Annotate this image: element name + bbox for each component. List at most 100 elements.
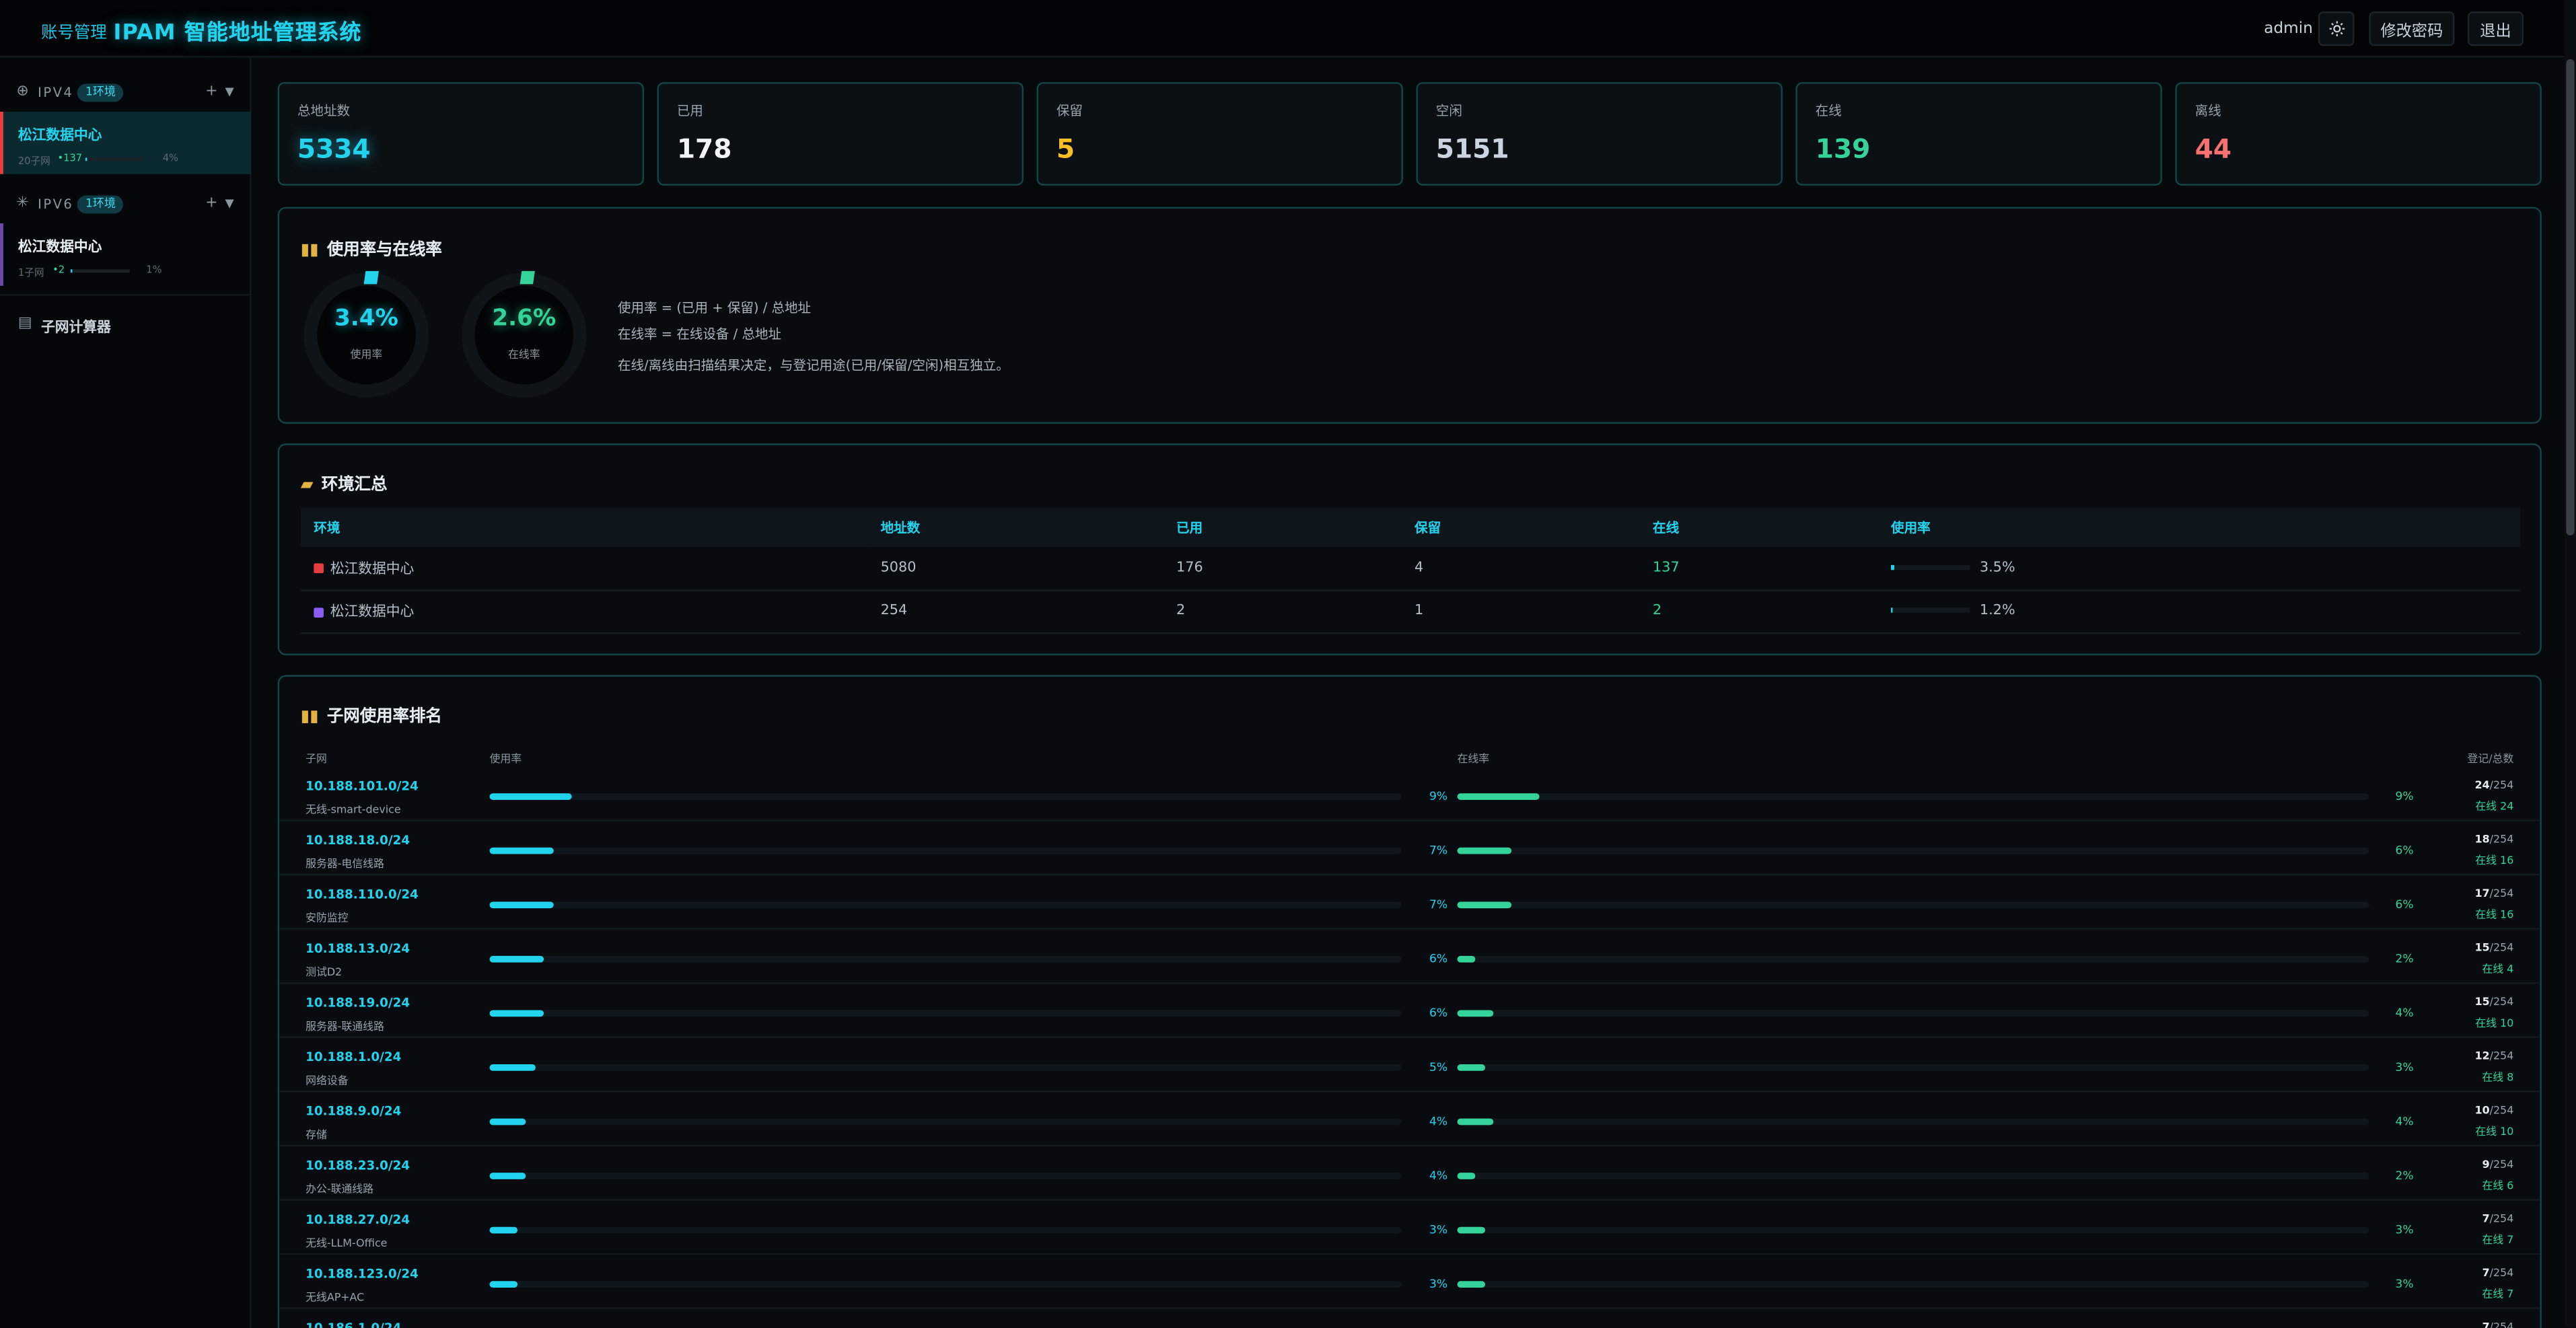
online-rate-gauge: 2.6% 在线率 (462, 270, 587, 398)
registered-total: 7/254 (2415, 1266, 2514, 1280)
usage-rate-value: 3.4% (334, 305, 398, 332)
ipv4-section-header[interactable]: ⊕ IPV4 1环境 + ▼ (0, 74, 252, 110)
registered-total: 10/254 (2415, 1103, 2514, 1117)
subnet-link[interactable]: 10.186.1.0/24 (306, 1321, 401, 1328)
account-management-link[interactable]: 账号管理 (41, 18, 107, 43)
env-row[interactable]: 松江数据中心 5080 176 4 137 3.5% (300, 546, 2521, 591)
online-count: 在线 16 (2475, 908, 2514, 922)
subnet-description: 测试D2 (306, 965, 343, 980)
ipv6-add-button[interactable]: + (205, 196, 217, 212)
gauge-tick (363, 270, 379, 285)
ipv4-collapse-icon[interactable]: ▼ (225, 85, 234, 99)
registered-count: 24 (2474, 778, 2490, 792)
ipv4-add-button[interactable]: + (205, 84, 217, 100)
env-used-cell: 2 (1163, 589, 1402, 634)
subnet-link[interactable]: 10.188.13.0/24 (306, 941, 410, 956)
subnet-link[interactable]: 10.188.18.0/24 (306, 833, 410, 848)
online-pct: 3% (2395, 1223, 2414, 1237)
usage-bar-fill (489, 901, 554, 909)
online-count: 在线 4 (2482, 962, 2514, 976)
registered-count: 15 (2474, 940, 2490, 955)
sidebar-env-ipv4-songjiang[interactable]: 松江数据中心 20子网 •137 4% (0, 112, 252, 174)
online-count: 在线 7 (2482, 1233, 2514, 1247)
online-count: 在线 6 (2482, 1179, 2514, 1193)
table-row[interactable]: 10.188.18.0/24 服务器-电信线路 7% 6% 18/254 在线 16 (279, 821, 2540, 876)
subnet-calculator-link[interactable]: ▤ 子网计算器 (0, 305, 252, 345)
ranking-title: ▮▮ 子网使用率排名 (301, 701, 442, 726)
stat-card: 离线 44 (2175, 82, 2542, 186)
stat-label: 空闲 (1435, 103, 1462, 118)
online-bar (1457, 1118, 2369, 1126)
env-col-header: 环境 (300, 507, 868, 547)
table-row[interactable]: 10.188.23.0/24 办公-联通线路 4% 2% 9/254 在线 6 (279, 1146, 2540, 1201)
usage-pct: 3% (1429, 1223, 1448, 1237)
top-bar: 账号管理 IPAM 智能地址管理系统 admin 修改密码 退出 (0, 0, 2576, 58)
subnet-link[interactable]: 10.188.9.0/24 (306, 1104, 401, 1119)
online-bar (1457, 1064, 2369, 1071)
subnet-description: 办公-联通线路 (306, 1182, 374, 1196)
stat-label: 总地址数 (297, 103, 351, 118)
stat-card: 总地址数 5334 (277, 82, 645, 186)
env-name-cell: 松江数据中心 (300, 546, 868, 591)
calculator-icon: ▤ (17, 315, 32, 332)
online-bar-fill (1457, 1010, 1494, 1017)
env-col-header: 地址数 (867, 507, 1164, 547)
total-count: /254 (2489, 1158, 2514, 1171)
subnet-link[interactable]: 10.188.123.0/24 (306, 1266, 419, 1281)
change-password-button[interactable]: 修改密码 (2369, 11, 2455, 46)
subnet-link[interactable]: 10.188.1.0/24 (306, 1049, 401, 1064)
online-bar-fill (1457, 1064, 1485, 1071)
col-usage: 使用率 (489, 752, 522, 766)
env-rate-bar-fill (1891, 564, 1894, 570)
subnet-description: 无线-LLM-Office (306, 1237, 388, 1250)
table-row[interactable]: 10.188.110.0/24 安防监控 7% 6% 17/254 在线 16 (279, 875, 2540, 930)
table-row[interactable]: 10.188.27.0/24 无线-LLM-Office 3% 3% 7/254 在线 7 (279, 1201, 2540, 1255)
gauge-center (317, 285, 416, 385)
env-usage-bar (85, 157, 143, 161)
ipv6-collapse-icon[interactable]: ▼ (225, 197, 234, 211)
table-row[interactable]: 10.188.101.0/24 无线-smart-device 9% 9% 24/254… (279, 767, 2540, 821)
ipv6-section-header[interactable]: ✳ IPV6 1环境 + ▼ (0, 186, 252, 222)
table-row[interactable]: 10.188.1.0/24 网络设备 5% 3% 12/254 在线 8 (279, 1038, 2540, 1093)
logout-button[interactable]: 退出 (2467, 11, 2524, 46)
online-bar (1457, 1226, 2369, 1234)
subnet-link[interactable]: 10.188.27.0/24 (306, 1212, 410, 1227)
registered-count: 10 (2474, 1103, 2490, 1117)
env-reserved-cell: 1 (1401, 589, 1640, 634)
online-bar-fill (1457, 955, 1476, 963)
sidebar-env-ipv6-songjiang[interactable]: 松江数据中心 1子网 •2 1% (0, 223, 252, 286)
env-online-count: •137 (57, 153, 83, 165)
env-subnet-count: 20子网 (17, 155, 50, 168)
subnet-link[interactable]: 10.188.110.0/24 (306, 887, 419, 901)
env-color-dot (314, 607, 324, 617)
usage-rate-label: 使用率 (350, 348, 383, 362)
usage-bar-fill (489, 1118, 526, 1126)
table-row[interactable]: 10.188.123.0/24 无线AP+AC 3% 3% 7/254 在线 7 (279, 1255, 2540, 1309)
total-count: /254 (2489, 1266, 2514, 1280)
env-usage-pct: 1% (146, 264, 162, 276)
usage-pct: 6% (1429, 1006, 1448, 1021)
usage-bar-fill (489, 1010, 544, 1017)
online-count: 在线 10 (2475, 1017, 2514, 1030)
env-row[interactable]: 松江数据中心 254 2 1 2 1.2% (300, 589, 2521, 634)
subnet-link[interactable]: 10.188.23.0/24 (306, 1158, 410, 1173)
table-row[interactable]: 10.188.13.0/24 测试D2 6% 2% 15/254 在线 4 (279, 930, 2540, 984)
subnet-link[interactable]: 10.188.19.0/24 (306, 995, 410, 1010)
page-scrollbar-thumb[interactable] (2566, 59, 2575, 536)
registered-total: 15/254 (2415, 995, 2514, 1008)
subnet-link[interactable]: 10.188.101.0/24 (306, 778, 419, 793)
env-col-header: 在线 (1639, 507, 1878, 547)
usage-pct: 9% (1429, 790, 1448, 803)
stat-card: 已用 178 (657, 82, 1024, 186)
theme-toggle-button[interactable] (2318, 11, 2355, 46)
online-bar (1457, 793, 2369, 800)
stat-value: 139 (1815, 133, 1871, 165)
table-row[interactable]: 10.186.1.0/24 7/254 (279, 1309, 2540, 1328)
env-name-cell: 松江数据中心 (300, 589, 868, 634)
usage-bar (489, 847, 1402, 854)
online-count: 在线 16 (2475, 854, 2514, 868)
env-addresses-cell: 5080 (867, 546, 1164, 591)
sidebar: ⊕ IPV4 1环境 + ▼ 松江数据中心 20子网 •137 4% ✳ IPV… (0, 57, 252, 1328)
table-row[interactable]: 10.188.9.0/24 存储 4% 4% 10/254 在线 10 (279, 1093, 2540, 1147)
table-row[interactable]: 10.188.19.0/24 服务器-联通线路 6% 4% 15/254 在线 10 (279, 984, 2540, 1038)
